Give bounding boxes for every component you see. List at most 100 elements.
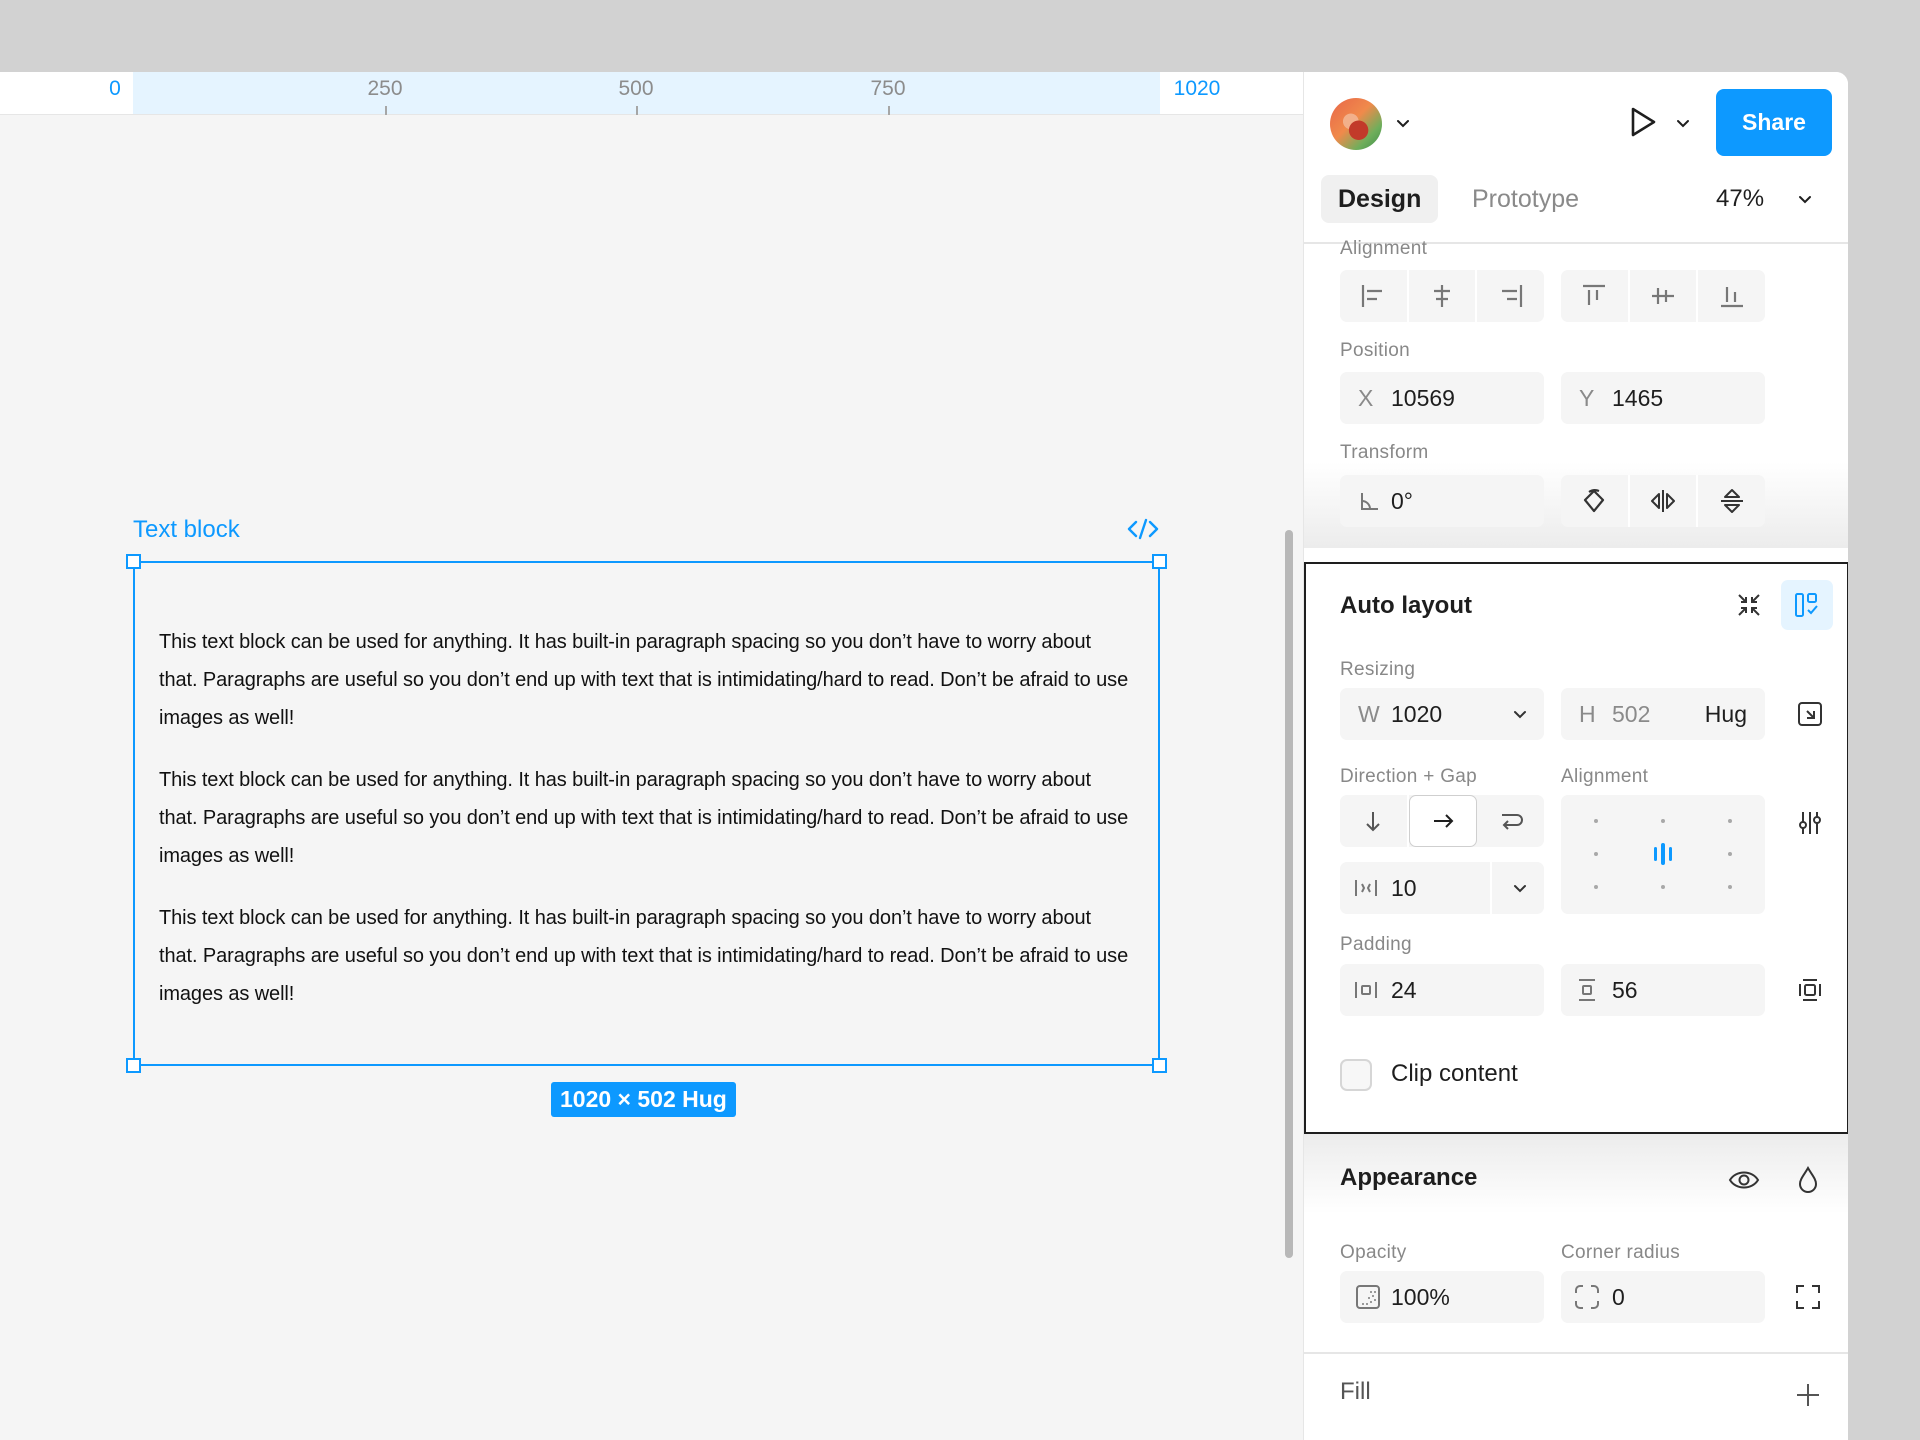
clip-content-label[interactable]: Clip content [1391,1060,1518,1088]
direction-gap-label: Direction + Gap [1340,766,1478,787]
align-center-horizontal-button[interactable] [1409,270,1478,322]
resizing-label: Resizing [1340,659,1416,680]
appearance-section: Appearance Opacity Corner radius 100% 0 [1304,1134,1848,1440]
tab-prototype[interactable]: Prototype [1460,175,1591,223]
collapse-arrows-icon[interactable] [1734,590,1764,620]
paragraph[interactable]: This text block can be used for anything… [159,623,1134,737]
play-icon[interactable] [1622,102,1662,142]
zoom-level[interactable]: 47% [1716,175,1764,223]
panel-header: Share Design Prototype 47% [1304,72,1848,244]
height-value[interactable]: 502 [1612,688,1650,740]
horizontal-padding-value[interactable]: 24 [1391,964,1417,1016]
ruler-label: 750 [870,77,906,100]
auto-layout-title: Auto layout [1340,592,1472,619]
align-top-button[interactable] [1561,270,1630,322]
individual-padding-icon[interactable] [1795,975,1825,1005]
align-middle-button[interactable] [1630,270,1699,322]
alignment-settings-icon[interactable] [1795,808,1825,838]
x-value[interactable]: 10569 [1391,372,1455,424]
layout-settings-button[interactable] [1781,580,1833,630]
transform-actions-group [1561,475,1765,527]
ruler-label: 0 [109,77,121,100]
opacity-field[interactable]: 100% [1340,1271,1544,1323]
resize-to-fit-icon[interactable] [1795,699,1825,729]
align-bottom-icon [1720,287,1743,308]
opacity-value[interactable]: 100% [1391,1271,1450,1323]
independent-corners-icon[interactable] [1793,1282,1823,1312]
corner-radius-label: Corner radius [1561,1242,1681,1263]
opacity-icon [1356,1285,1380,1309]
horizontal-padding-field[interactable]: 24 [1340,964,1544,1016]
align-right-icon [1501,285,1522,307]
align-bottom-button[interactable] [1698,270,1765,322]
rotate-icon [1584,489,1605,513]
eye-icon[interactable] [1727,1165,1761,1195]
gap-field[interactable]: 10 [1340,862,1544,914]
corner-radius-value[interactable]: 0 [1612,1271,1625,1323]
divider [1304,1352,1848,1354]
chevron-down-icon[interactable] [1510,878,1530,898]
padding-label: Padding [1340,934,1412,955]
y-position-field[interactable]: Y 1465 [1561,372,1765,424]
avatar[interactable] [1330,98,1382,150]
height-field[interactable]: H 502 Hug [1561,688,1765,740]
code-icon[interactable] [1126,516,1160,542]
width-value[interactable]: 1020 [1391,688,1442,740]
chevron-down-icon[interactable] [1673,113,1693,133]
direction-wrap-button[interactable] [1477,795,1544,847]
resize-handle-bottom-right[interactable] [1152,1058,1167,1073]
direction-vertical-button[interactable] [1340,795,1409,847]
ruler-tick [888,106,890,115]
resize-handle-bottom-left[interactable] [126,1058,141,1073]
vertical-padding-value[interactable]: 56 [1612,964,1638,1016]
align-right-button[interactable] [1477,270,1544,322]
wrap-icon [1501,814,1523,830]
rotation-value[interactable]: 0° [1391,475,1413,527]
resize-handle-top-right[interactable] [1152,554,1167,569]
share-button[interactable]: Share [1716,89,1832,156]
ruler-label: 250 [367,77,403,100]
chevron-down-icon[interactable] [1510,704,1530,724]
canvas-scrollbar[interactable] [1285,530,1293,1258]
corner-radius-field[interactable]: 0 [1561,1271,1765,1323]
direction-horizontal-button[interactable] [1408,795,1478,847]
align-left-icon [1362,285,1383,307]
vertical-padding-field[interactable]: 56 [1561,964,1765,1016]
align-left-button[interactable] [1340,270,1409,322]
ruler-tick [636,106,638,115]
frame-name-label[interactable]: Text block [133,516,240,544]
horizontal-padding-icon [1355,982,1377,998]
chevron-down-icon[interactable] [1795,189,1815,209]
opacity-label: Opacity [1340,1242,1407,1263]
clip-content-checkbox[interactable] [1340,1059,1372,1091]
ruler-label: 1020 [1173,77,1221,100]
paragraph[interactable]: This text block can be used for anything… [159,761,1134,875]
chevron-down-icon[interactable] [1393,113,1413,133]
ruler-label: 500 [618,77,654,100]
height-mode[interactable]: Hug [1705,688,1747,740]
blend-mode-drop-icon[interactable] [1793,1165,1823,1195]
angle-icon [1361,493,1378,510]
vertical-padding-icon [1579,979,1595,1001]
paragraph[interactable]: This text block can be used for anything… [159,899,1134,1013]
alignment-grid[interactable] [1561,795,1765,914]
selected-text-block-frame[interactable]: This text block can be used for anything… [126,554,1167,1073]
width-prefix: W [1358,701,1380,727]
tab-design[interactable]: Design [1321,175,1439,223]
transform-label: Transform [1340,442,1429,463]
flip-vertical-button[interactable] [1698,475,1765,527]
add-icon[interactable] [1793,1380,1823,1410]
y-value[interactable]: 1465 [1612,372,1663,424]
gap-value[interactable]: 10 [1391,862,1417,914]
auto-layout-section: Auto layout Resizing W 1020 H 502 Hug Di… [1304,562,1848,1134]
rotate-90-button[interactable] [1561,475,1630,527]
x-position-field[interactable]: X 10569 [1340,372,1544,424]
layout-settings-icon [1795,593,1818,617]
flip-horizontal-button[interactable] [1630,475,1699,527]
rotation-field[interactable]: 0° [1340,475,1544,527]
resize-handle-top-left[interactable] [126,554,141,569]
width-field[interactable]: W 1020 [1340,688,1544,740]
text-block-content: This text block can be used for anything… [159,623,1134,1037]
height-prefix: H [1579,701,1596,727]
dimension-badge: 1020 × 502 Hug [551,1082,736,1117]
